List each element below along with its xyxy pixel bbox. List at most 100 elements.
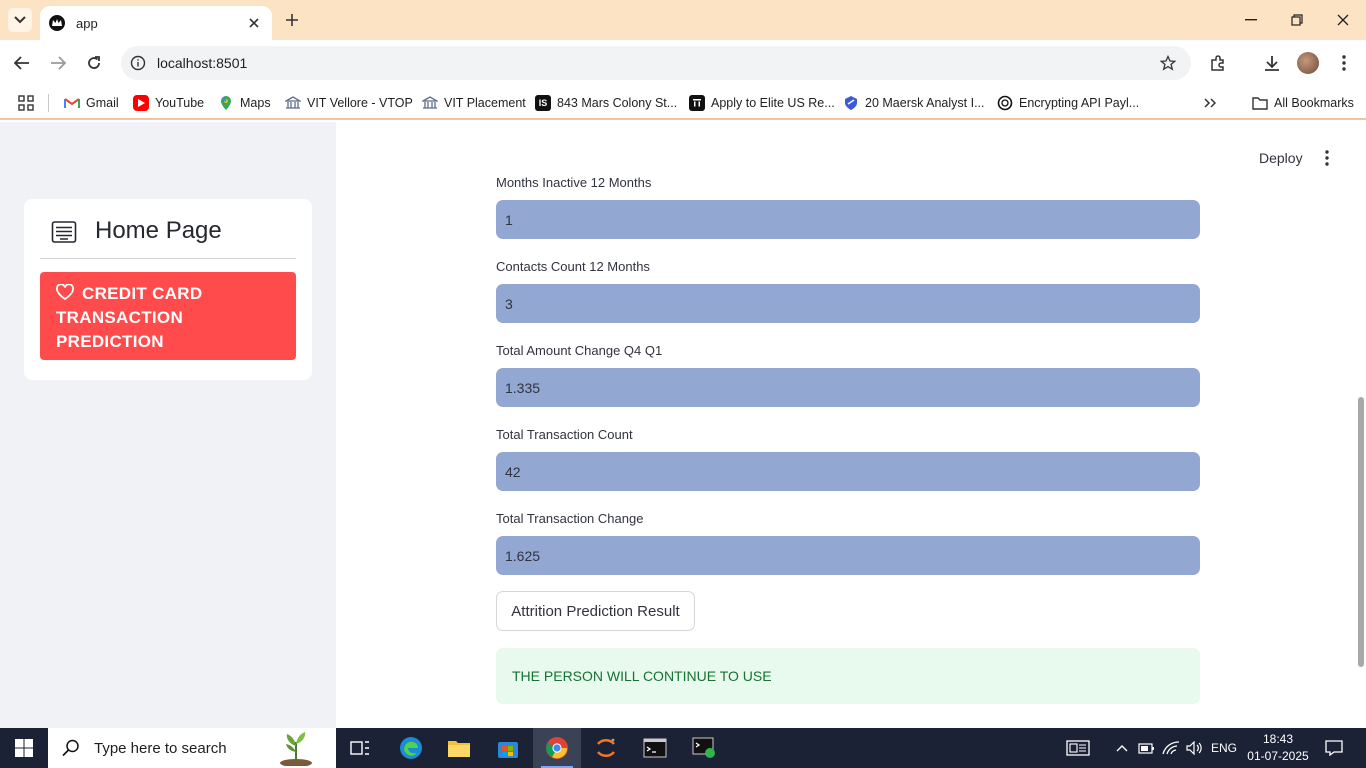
download-icon[interactable] [1261,52,1283,74]
site-info-icon[interactable] [129,54,147,72]
bookmark-mars-colony[interactable]: IS 843 Mars Colony St... [535,92,677,114]
deploy-button[interactable]: Deploy [1259,150,1303,166]
more-menu-icon[interactable] [1333,52,1355,74]
command-prompt-icon [692,737,715,758]
task-view-icon [350,741,369,755]
reload-icon [88,56,100,69]
input-total-amount-change[interactable]: 1.335 [496,368,1200,407]
clock-date: 01-07-2025 [1247,749,1309,763]
volume-icon[interactable] [1184,728,1206,768]
restore-button[interactable] [1274,0,1320,40]
minimize-button[interactable] [1228,0,1274,40]
bookmark-star-icon[interactable] [1159,54,1177,72]
taskbar-search-box[interactable]: Type here to search [48,728,336,768]
maps-icon [218,95,234,111]
menu-item-label: CREDIT CARD TRANSACTION PREDICTION [56,284,203,351]
wifi-icon[interactable] [1160,728,1182,768]
chrome-icon [546,737,568,759]
terminal-icon [643,738,667,758]
apps-grid-icon [18,95,34,111]
shield-icon [843,95,859,111]
sidebar: Home Page CREDIT CARD TRANSACTION PREDIC… [0,122,336,728]
field-label-total-amount-change: Total Amount Change Q4 Q1 [496,343,663,358]
more-bookmarks-button[interactable] [1204,92,1216,114]
close-window-button[interactable] [1320,0,1366,40]
building-icon [689,95,705,111]
menu-title: Home Page [95,217,222,244]
menu-item-credit-card-prediction[interactable]: CREDIT CARD TRANSACTION PREDICTION [40,272,296,360]
folder-icon [448,741,470,757]
edge-icon [400,737,422,759]
tray-news-icon[interactable] [1064,728,1092,768]
battery-icon[interactable] [1136,728,1158,768]
scrollbar-thumb[interactable] [1358,397,1364,667]
card-list-icon [51,221,77,243]
apps-grid-button[interactable] [18,92,34,114]
taskbar-file-explorer[interactable] [435,728,483,768]
taskbar-jupyter[interactable] [582,728,630,768]
search-placeholder: Type here to search [94,739,227,757]
input-total-transaction-count[interactable]: 42 [496,452,1200,491]
bookmark-vtop[interactable]: VIT Vellore - VTOP [285,92,413,114]
openai-icon [997,95,1013,111]
forward-button[interactable] [46,51,70,75]
arrow-right-icon [51,56,66,70]
bookmark-vit-placement[interactable]: VIT Placement [422,92,526,114]
bookmark-maps[interactable]: Maps [218,92,271,114]
bookmark-maersk[interactable]: 20 Maersk Analyst I... [843,92,985,114]
windows-taskbar: Type here to search ENG 18:43 01-07-2025 [0,728,1366,768]
taskbar-terminal[interactable] [631,728,679,768]
tab-search-button[interactable] [8,8,32,32]
field-label-months-inactive: Months Inactive 12 Months [496,175,652,190]
option-menu: Home Page CREDIT CARD TRANSACTION PREDIC… [24,199,312,380]
chevron-up-icon[interactable] [1112,728,1132,768]
taskbar-store[interactable] [484,728,532,768]
clock-time: 18:43 [1262,732,1294,746]
extensions-icon[interactable] [1207,52,1229,74]
double-chevron-right-icon [1204,98,1216,108]
folder-icon [1252,95,1268,111]
close-icon [1337,14,1349,26]
input-months-inactive[interactable]: 1 [496,200,1200,239]
browser-toolbar: localhost:8501 [0,40,1366,86]
is-icon: IS [535,95,551,111]
system-clock[interactable]: 18:43 01-07-2025 [1244,731,1312,765]
bookmarks-bar: Gmail YouTube Maps VIT Vellore - VTOP VI… [0,86,1366,120]
profile-avatar[interactable] [1297,52,1319,74]
gmail-icon [64,95,80,111]
address-bar[interactable]: localhost:8501 [121,46,1191,80]
store-icon [498,742,518,758]
new-tab-button[interactable] [282,10,302,30]
taskbar-edge[interactable] [387,728,435,768]
main-menu-icon[interactable] [1318,149,1336,167]
field-label-contacts-count: Contacts Count 12 Months [496,259,650,274]
bookmark-gmail[interactable]: Gmail [64,92,119,114]
input-contacts-count[interactable]: 3 [496,284,1200,323]
minimize-icon [1245,19,1257,21]
attrition-prediction-button[interactable]: Attrition Prediction Result [496,591,695,631]
jupyter-icon [597,738,615,757]
bookmarks-separator [48,94,49,112]
all-bookmarks-button[interactable]: All Bookmarks [1252,92,1354,114]
language-indicator[interactable]: ENG [1208,728,1240,768]
input-total-transaction-change[interactable]: 1.625 [496,536,1200,575]
close-tab-icon[interactable] [246,15,262,31]
browser-tabstrip: app [0,0,1366,40]
taskbar-chrome[interactable] [533,728,581,768]
taskbar-cmd[interactable] [680,728,728,768]
bookmark-encrypting-api[interactable]: Encrypting API Payl... [997,92,1139,114]
task-view-button[interactable] [336,728,384,768]
back-button[interactable] [10,51,34,75]
search-icon [62,739,79,757]
notification-icon[interactable] [1320,728,1348,768]
vit-icon [422,95,438,111]
youtube-icon [133,95,149,111]
bookmark-youtube[interactable]: YouTube [133,92,204,114]
plant-sprout-icon [280,732,312,766]
reload-button[interactable] [82,51,106,75]
browser-tab-app[interactable]: app [40,6,272,40]
bookmark-elite-us[interactable]: Apply to Elite US Re... [689,92,835,114]
main-content: Deploy Months Inactive 12 Months 1 Conta… [336,122,1366,728]
menu-header: Home Page [40,217,296,259]
start-button[interactable] [0,728,48,768]
